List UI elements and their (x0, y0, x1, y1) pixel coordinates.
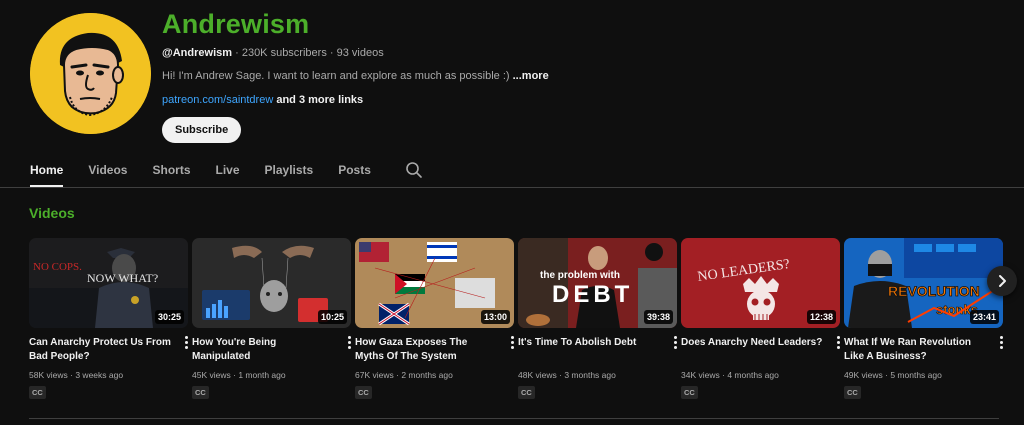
video-title[interactable]: How You're Being Manipulated (192, 336, 334, 364)
view-count: 48K views (518, 370, 557, 380)
tab-shorts[interactable]: Shorts (152, 160, 190, 177)
separator: · (233, 370, 236, 380)
video-title[interactable]: How Gaza Exposes The Myths Of The System (355, 336, 497, 364)
channel-meta: @Andrewism · 230K subscribers · 93 video… (162, 46, 549, 60)
separator: · (329, 47, 334, 59)
channel-header: Andrewism @Andrewism · 230K subscribers … (30, 8, 1010, 148)
video-thumbnail[interactable]: 13:00 (355, 238, 514, 328)
kebab-menu-icon[interactable] (672, 335, 678, 349)
video-duration: 39:38 (643, 310, 673, 324)
description-more-button[interactable]: ...more (513, 70, 549, 82)
search-icon[interactable] (405, 161, 423, 184)
kebab-menu-icon[interactable] (509, 335, 515, 349)
view-count: 67K views (355, 370, 394, 380)
view-count: 34K views (681, 370, 720, 380)
separator: · (722, 370, 725, 380)
kebab-menu-icon[interactable] (346, 335, 352, 349)
video-stats: 48K views · 3 months ago (518, 370, 680, 380)
video-card[interactable]: 10:25 How You're Being Manipulated 45K v… (192, 238, 354, 400)
video-stats: 34K views · 4 months ago (681, 370, 843, 380)
video-duration: 13:00 (480, 310, 510, 324)
video-count: 93 videos (336, 47, 384, 59)
cc-badge: CC (681, 386, 698, 399)
video-duration: 12:38 (806, 310, 836, 324)
channel-name: Andrewism (162, 9, 310, 39)
tab-videos[interactable]: Videos (88, 160, 127, 177)
upload-age: 3 weeks ago (75, 370, 124, 380)
separator: · (396, 370, 399, 380)
video-thumbnail[interactable]: the problem with DEBT 39:38 (518, 238, 677, 328)
upload-age: 3 months ago (564, 370, 616, 380)
video-thumbnail[interactable]: REVOLUTION stonks 23:41 (844, 238, 1003, 328)
video-duration: 23:41 (969, 310, 999, 324)
video-card[interactable]: NO LEADERS? 12:38 Does Anarchy Need Lead… (681, 238, 843, 400)
video-duration: 10:25 (317, 310, 347, 324)
tab-home[interactable]: Home (30, 160, 64, 187)
subscriber-count: 230K subscribers (241, 47, 327, 59)
separator: · (559, 370, 562, 380)
video-title[interactable]: Can Anarchy Protect Us From Bad People? (29, 336, 171, 364)
cc-badge: CC (518, 386, 535, 399)
upload-age: 5 months ago (890, 370, 942, 380)
video-duration: 30:25 (154, 310, 184, 324)
chevron-right-icon[interactable] (987, 266, 1017, 296)
section-divider (29, 418, 999, 419)
video-card[interactable]: NO COPS. NOW WHAT? 30:25 Can Anarchy Pro… (29, 238, 191, 400)
channel-description[interactable]: Hi! I'm Andrew Sage. I want to learn and… (162, 69, 549, 83)
video-stats: 67K views · 2 months ago (355, 370, 517, 380)
svg-text:NOW WHAT?: NOW WHAT? (87, 271, 158, 285)
view-count: 58K views (29, 370, 68, 380)
subscribe-button[interactable]: Subscribe (162, 117, 242, 143)
video-card[interactable]: the problem with DEBT 39:38 It's Time To… (518, 238, 680, 400)
video-card[interactable]: 13:00 How Gaza Exposes The Myths Of The … (355, 238, 517, 400)
video-stats: 49K views · 5 months ago (844, 370, 1006, 380)
tab-playlists[interactable]: Playlists (265, 160, 314, 177)
cc-badge: CC (29, 386, 46, 399)
upload-age: 4 months ago (727, 370, 779, 380)
svg-text:the problem with: the problem with (540, 270, 620, 281)
channel-info: Andrewism @Andrewism · 230K subscribers … (162, 8, 549, 143)
section-title[interactable]: Videos (29, 205, 75, 221)
kebab-menu-icon[interactable] (998, 335, 1004, 349)
view-count: 45K views (192, 370, 231, 380)
video-stats: 45K views · 1 month ago (192, 370, 354, 380)
more-links-button[interactable]: and 3 more links (276, 94, 363, 106)
svg-text:NO COPS.: NO COPS. (33, 261, 82, 273)
video-title[interactable]: Does Anarchy Need Leaders? (681, 336, 823, 364)
channel-links: patreon.com/saintdrew and 3 more links (162, 93, 549, 107)
separator: · (70, 370, 73, 380)
video-shelf: NO COPS. NOW WHAT? 30:25 Can Anarchy Pro… (29, 238, 1024, 408)
description-text: Hi! I'm Andrew Sage. I want to learn and… (162, 70, 510, 82)
video-title[interactable]: What If We Ran Revolution Like A Busines… (844, 336, 986, 364)
tab-posts[interactable]: Posts (338, 160, 371, 177)
video-thumbnail[interactable]: NO LEADERS? 12:38 (681, 238, 840, 328)
tab-live[interactable]: Live (216, 160, 240, 177)
view-count: 49K views (844, 370, 883, 380)
svg-text:DEBT: DEBT (552, 281, 633, 308)
video-stats: 58K views · 3 weeks ago (29, 370, 191, 380)
video-card[interactable]: REVOLUTION stonks 23:41 What If We Ran R… (844, 238, 1006, 400)
cc-badge: CC (355, 386, 372, 399)
cc-badge: CC (844, 386, 861, 399)
patreon-link[interactable]: patreon.com/saintdrew (162, 94, 273, 106)
kebab-menu-icon[interactable] (183, 335, 189, 349)
cc-badge: CC (192, 386, 209, 399)
upload-age: 2 months ago (401, 370, 453, 380)
separator: · (885, 370, 888, 380)
video-title[interactable]: It's Time To Abolish Debt (518, 336, 660, 364)
separator: · (235, 47, 239, 59)
kebab-menu-icon[interactable] (835, 335, 841, 349)
channel-avatar[interactable] (30, 13, 151, 134)
video-thumbnail[interactable]: 10:25 (192, 238, 351, 328)
tabs-divider (0, 187, 1024, 188)
channel-tabs: Home Videos Shorts Live Playlists Posts (30, 160, 423, 188)
upload-age: 1 month ago (238, 370, 286, 380)
video-thumbnail[interactable]: NO COPS. NOW WHAT? 30:25 (29, 238, 188, 328)
svg-text:REVOLUTION: REVOLUTION (888, 283, 980, 299)
channel-handle: @Andrewism (162, 47, 233, 59)
